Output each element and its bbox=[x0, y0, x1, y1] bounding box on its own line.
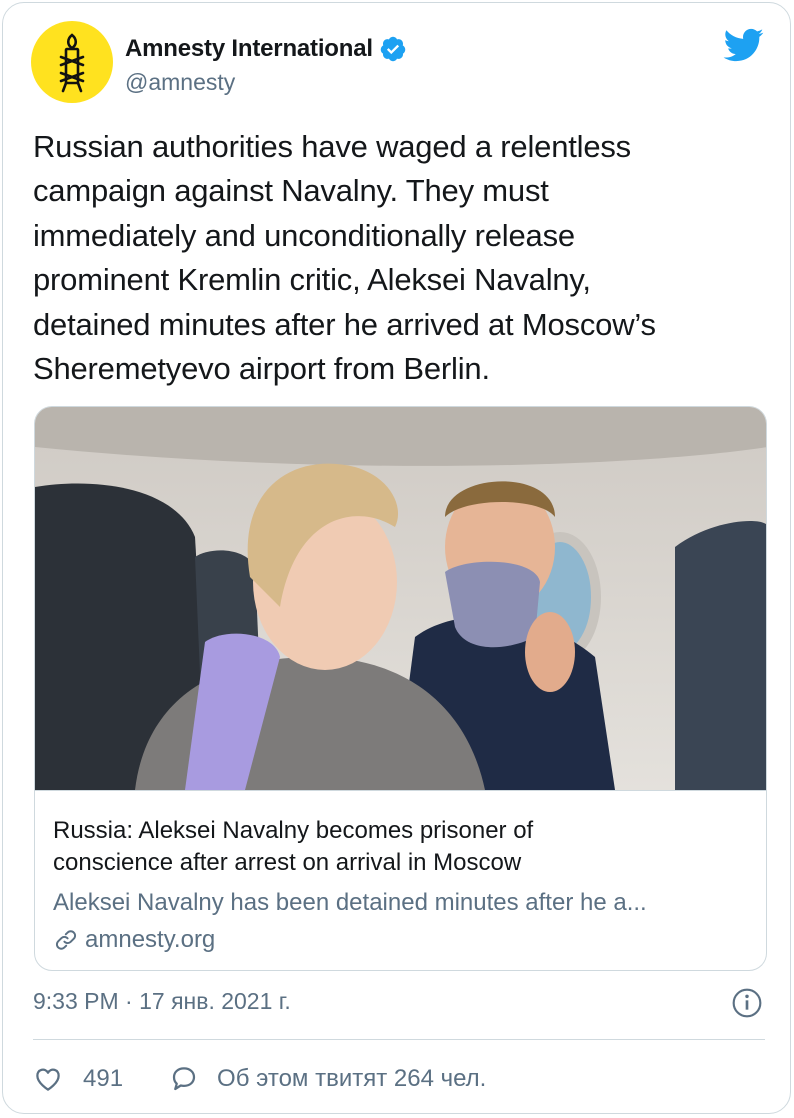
author-display-name[interactable]: Amnesty International bbox=[125, 35, 373, 63]
link-icon bbox=[55, 930, 77, 950]
tweet-actions: 491 Об этом твитят 264 чел. bbox=[33, 1061, 486, 1097]
divider bbox=[33, 1039, 765, 1040]
avatar[interactable] bbox=[31, 21, 113, 103]
link-title[interactable]: Russia: Aleksei Navalny becomes prisoner… bbox=[53, 815, 753, 879]
twitter-bird-icon[interactable] bbox=[722, 27, 764, 63]
amnesty-candle-logo-icon bbox=[59, 33, 85, 93]
heart-icon[interactable] bbox=[33, 1064, 63, 1094]
tweet-card[interactable]: Amnesty International @amnesty Russian a… bbox=[2, 2, 791, 1114]
verified-badge-icon bbox=[380, 36, 406, 62]
tweet-timestamp[interactable]: 9:33 PM · 17 янв. 2021 г. bbox=[33, 988, 291, 1015]
likes-count[interactable]: 491 bbox=[83, 1065, 123, 1093]
author-name-row[interactable]: Amnesty International bbox=[125, 34, 407, 64]
link-domain-row[interactable]: amnesty.org bbox=[53, 923, 215, 957]
reply-action[interactable]: Об этом твитят 264 чел. bbox=[169, 1064, 486, 1094]
info-icon[interactable] bbox=[731, 987, 763, 1019]
photo-couple-on-airplane[interactable] bbox=[35, 407, 766, 790]
reply-label[interactable]: Об этом твитят 264 чел. bbox=[217, 1065, 486, 1093]
article-image bbox=[35, 407, 766, 790]
tweet-text: Russian authorities have waged a relentl… bbox=[33, 129, 656, 387]
author-handle[interactable]: @amnesty bbox=[125, 69, 235, 96]
link-description: Aleksei Navalny has been detained minute… bbox=[53, 889, 647, 916]
speech-bubble-icon[interactable] bbox=[169, 1064, 199, 1094]
link-domain: amnesty.org bbox=[85, 926, 216, 953]
link-preview-meta[interactable]: Russia: Aleksei Navalny becomes prisoner… bbox=[35, 790, 766, 970]
link-preview-card[interactable]: Russia: Aleksei Navalny becomes prisoner… bbox=[34, 406, 767, 971]
